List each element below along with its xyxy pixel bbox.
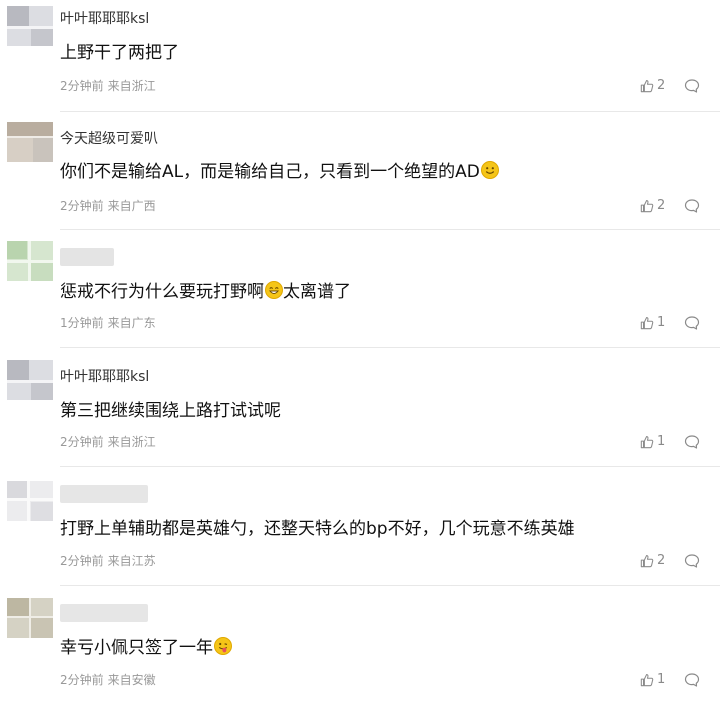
reply-button[interactable] [684,553,700,573]
username-blurred [60,248,114,266]
thumbs-up-icon [640,80,654,93]
comment-list: 叶叶耶耶耶ksl 上野干了两把了 2分钟前 来自浙江 2 今天超级可爱叭 你们不是… [0,0,720,709]
avatar[interactable] [7,122,53,162]
thumbs-up-icon [640,317,654,330]
comment-item: 惩戒不行为什么要玩打野啊 太离谱了 1分钟前 来自广东 1 [0,230,720,348]
like-button[interactable]: 2 [640,553,665,569]
avatar[interactable] [7,241,53,281]
username-blurred [60,485,148,503]
like-count: 2 [657,78,666,93]
username-blurred [60,604,148,622]
username[interactable]: 叶叶耶耶耶ksl [60,10,149,28]
comment-item: 幸亏小佩只签了一年 2分钟前 来自安徽 1 [0,586,720,709]
comment-text: 上野干了两把了 [60,43,179,63]
comment-time: 2分钟前 [60,199,104,213]
comment-meta: 2分钟前 来自广西 [60,198,156,214]
comment-bubble-icon [684,199,700,213]
reply-button[interactable] [684,198,700,218]
thumbs-up-icon [640,436,654,449]
like-button[interactable]: 1 [640,434,665,450]
thumbs-up-icon [640,555,654,568]
comment-text: 你们不是输给AL，而是输给自己，只看到一个绝望的AD [60,160,499,184]
like-count: 2 [657,198,666,213]
like-button[interactable]: 2 [640,78,665,94]
comment-bubble-icon [684,554,700,568]
reply-button[interactable] [684,672,700,692]
like-button[interactable]: 1 [640,672,665,688]
tongue-emoji [214,637,232,655]
avatar[interactable] [7,360,53,400]
comment-bubble-icon [684,316,700,330]
reply-button[interactable] [684,434,700,454]
comment-location: 来自广西 [107,199,156,213]
comment-item: 今天超级可爱叭 你们不是输给AL，而是输给自己，只看到一个绝望的AD 2分钟前来… [0,112,720,230]
avatar[interactable] [7,481,53,521]
comment-meta: 2分钟前 来自安徽 [60,672,156,688]
comment-bubble-icon [684,79,700,93]
comment-bubble-icon [684,435,700,449]
comment-text-after: 太离谱了 [283,282,351,302]
comment-text: 幸亏小佩只签了一年 [60,636,232,660]
avatar[interactable] [7,6,53,46]
comment-location: 来自江苏 [107,554,156,568]
thumbs-up-icon [640,200,654,213]
reply-button[interactable] [684,78,700,98]
comment-item: 叶叶耶耶耶ksl 第三把继续围绕上路打试试呢 2分钟前 来自浙江 1 [0,348,720,467]
comment-time: 2分钟前 [60,673,104,687]
comment-location: 来自广东 [107,316,156,330]
comment-meta: 2分钟前 来自江苏 [60,553,156,569]
thumbs-up-icon [640,674,654,687]
comment-text: 第三把继续围绕上路打试试呢 [60,401,281,421]
comment-bubble-icon [684,673,700,687]
comment-time: 1分钟前 [60,316,104,330]
comment-text: 惩戒不行为什么要玩打野啊 太离谱了 [60,280,351,304]
comment-text-content: 幸亏小佩只签了一年 [60,638,213,658]
comment-meta: 2分钟前 来自浙江 [60,78,156,94]
comment-time: 2分钟前 [60,554,104,568]
comment-time: 2分钟前 [60,79,104,93]
comment-text-before: 惩戒不行为什么要玩打野啊 [60,282,264,302]
comment-item: 叶叶耶耶耶ksl 上野干了两把了 2分钟前 来自浙江 2 [0,0,720,112]
comment-location: 来自浙江 [107,79,156,93]
username[interactable]: 叶叶耶耶耶ksl [60,368,149,386]
like-count: 1 [657,672,666,687]
like-count: 1 [657,315,666,330]
comment-item: 打野上单辅助都是英雄勺，还整天特么的bp不好，几个玩意不练英雄 2分钟前 来自江苏… [0,467,720,586]
grin-emoji [265,281,283,299]
comment-location: 来自安徽 [107,673,156,687]
comment-meta: 2分钟前 来自浙江 [60,434,156,450]
like-count: 1 [657,434,666,449]
smile-emoji [480,161,499,179]
like-button[interactable]: 1 [640,315,665,331]
comment-text-content: 你们不是输给AL，而是输给自己，只看到一个绝望的AD [60,162,480,182]
comment-time: 2分钟前 [60,435,104,449]
reply-button[interactable] [684,315,700,335]
username[interactable]: 今天超级可爱叭 [60,130,158,148]
like-button[interactable]: 2 [640,198,665,214]
avatar[interactable] [7,598,53,638]
comment-location: 来自浙江 [107,435,156,449]
comment-text: 打野上单辅助都是英雄勺，还整天特么的bp不好，几个玩意不练英雄 [60,519,575,539]
comment-meta: 1分钟前 来自广东 [60,315,156,331]
like-count: 2 [657,553,666,568]
